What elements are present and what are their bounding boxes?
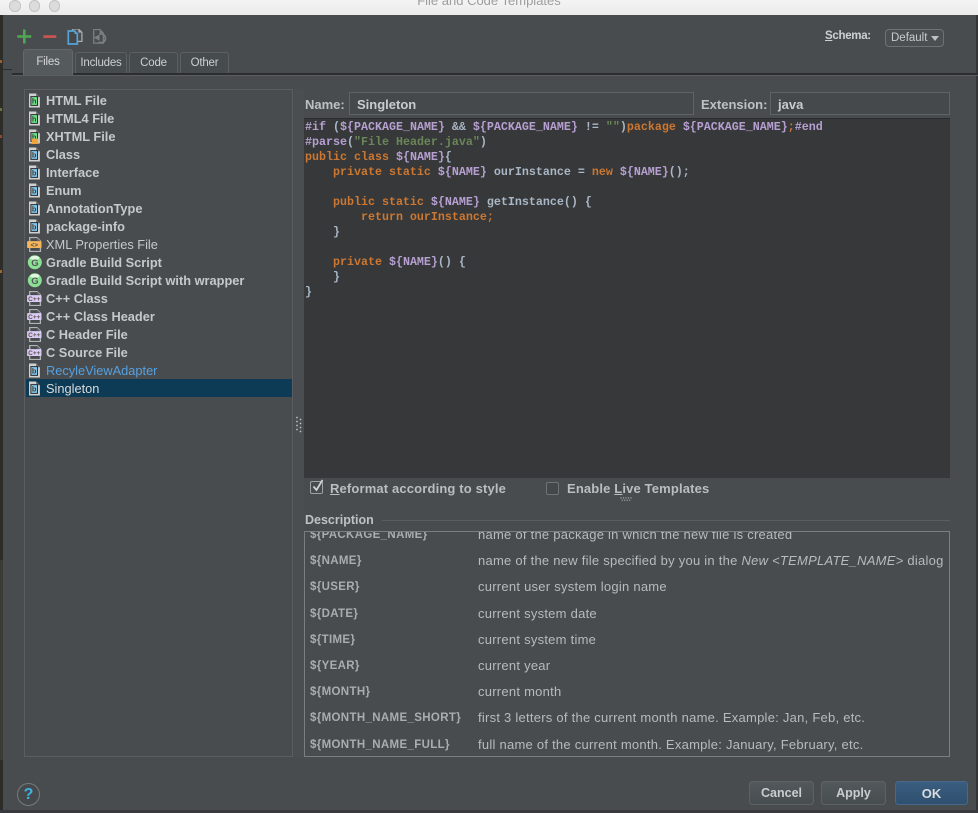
svg-text:C++: C++ <box>28 296 40 303</box>
svg-text:G: G <box>31 258 38 269</box>
svg-text:b: b <box>32 385 37 394</box>
svg-text:b: b <box>32 367 37 376</box>
svg-text:b: b <box>32 187 37 196</box>
svg-text:C++: C++ <box>28 350 40 357</box>
svg-text:b: b <box>32 205 37 214</box>
svg-text:h: h <box>32 97 37 106</box>
svg-text:C++: C++ <box>28 332 40 339</box>
svg-text:b: b <box>32 169 37 178</box>
svg-text:b: b <box>32 223 37 232</box>
svg-text:h: h <box>32 115 37 124</box>
svg-text:b: b <box>32 151 37 160</box>
svg-text:C++: C++ <box>28 314 40 321</box>
svg-text:<>: <> <box>30 242 38 249</box>
svg-text:G: G <box>31 276 38 287</box>
